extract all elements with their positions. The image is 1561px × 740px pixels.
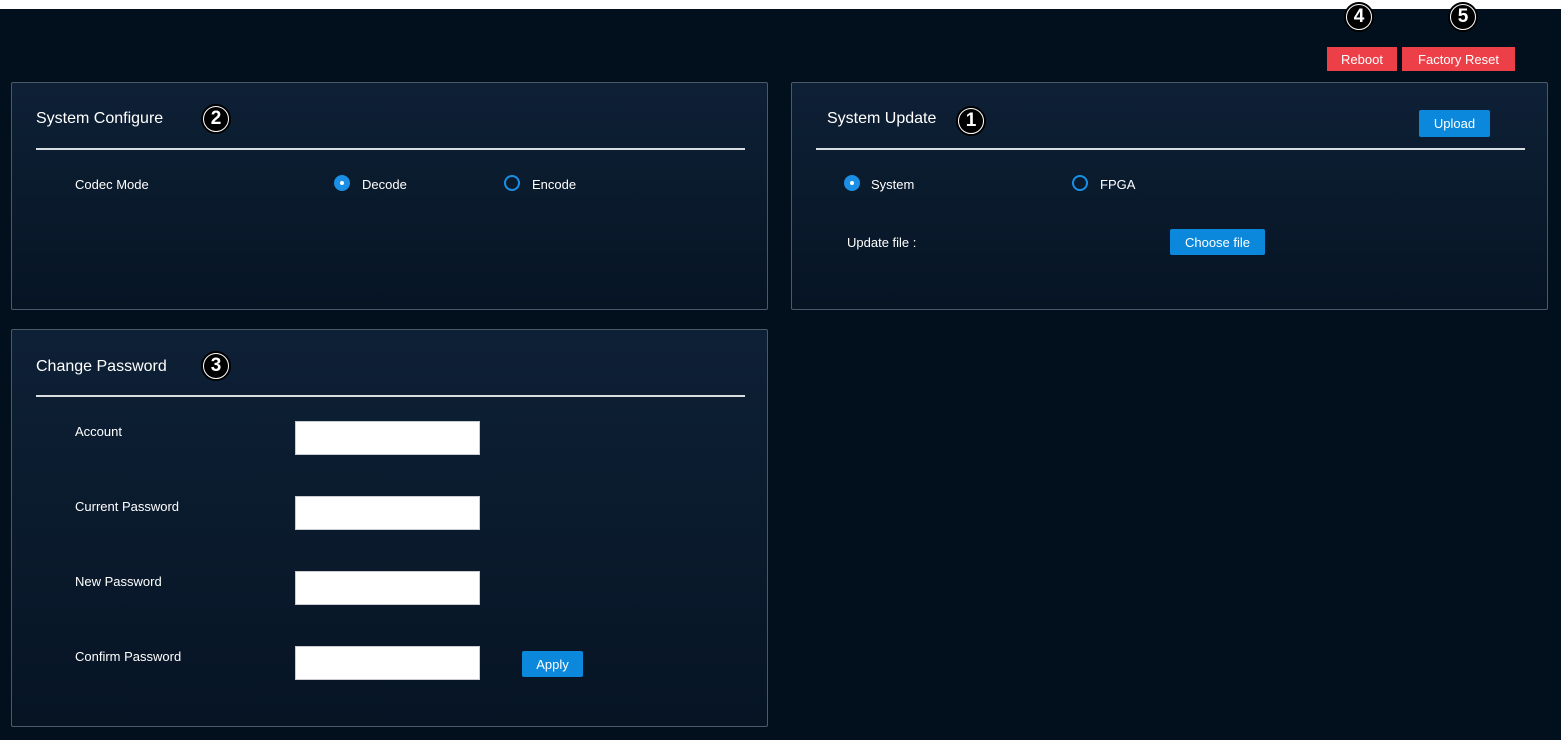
system-update-panel: System Update 1 Upload System FPGA Updat… (791, 82, 1548, 310)
update-file-label: Update file : (847, 235, 917, 250)
callout-3-badge: 3 (201, 351, 231, 381)
system-configure-title: System Configure (36, 110, 164, 127)
new-password-label: New Password (75, 574, 162, 589)
codec-mode-label: Codec Mode (75, 177, 149, 192)
account-label: Account (75, 424, 122, 439)
system-radio[interactable] (844, 175, 860, 191)
confirm-password-input[interactable] (295, 646, 480, 680)
account-input[interactable] (295, 421, 480, 455)
callout-4-badge: 4 (1344, 2, 1374, 32)
new-password-input[interactable] (295, 571, 480, 605)
divider (36, 148, 745, 150)
choose-file-button[interactable]: Choose file (1170, 229, 1265, 255)
top-strip (0, 0, 1561, 9)
change-password-panel: Change Password 3 Account Current Passwo… (11, 329, 768, 727)
system-update-title: System Update (827, 110, 937, 127)
current-password-input[interactable] (295, 496, 480, 530)
callout-3-number: 3 (204, 354, 228, 378)
reboot-button[interactable]: Reboot (1327, 47, 1397, 71)
change-password-title: Change Password (36, 358, 167, 375)
callout-1-number: 1 (959, 109, 983, 133)
callout-2-badge: 2 (201, 104, 231, 134)
fpga-radio[interactable] (1072, 175, 1088, 191)
callout-5-badge: 5 (1448, 2, 1478, 32)
callout-2-number: 2 (204, 107, 228, 131)
encode-radio[interactable] (504, 175, 520, 191)
apply-button[interactable]: Apply (522, 651, 583, 677)
callout-4-number: 4 (1347, 5, 1371, 29)
upload-button[interactable]: Upload (1419, 110, 1490, 137)
divider (816, 148, 1525, 150)
decode-radio[interactable] (334, 175, 350, 191)
callout-5-number: 5 (1451, 5, 1475, 29)
callout-1-badge: 1 (956, 106, 986, 136)
fpga-label: FPGA (1100, 177, 1136, 192)
system-configure-panel: System Configure 2 Codec Mode Decode Enc… (11, 82, 768, 310)
confirm-password-label: Confirm Password (75, 649, 182, 664)
current-password-label: Current Password (75, 499, 180, 514)
divider (36, 395, 745, 397)
system-label: System (871, 177, 915, 192)
decode-label: Decode (362, 177, 407, 192)
encode-label: Encode (532, 177, 577, 192)
factory-reset-button[interactable]: Factory Reset (1402, 47, 1515, 71)
